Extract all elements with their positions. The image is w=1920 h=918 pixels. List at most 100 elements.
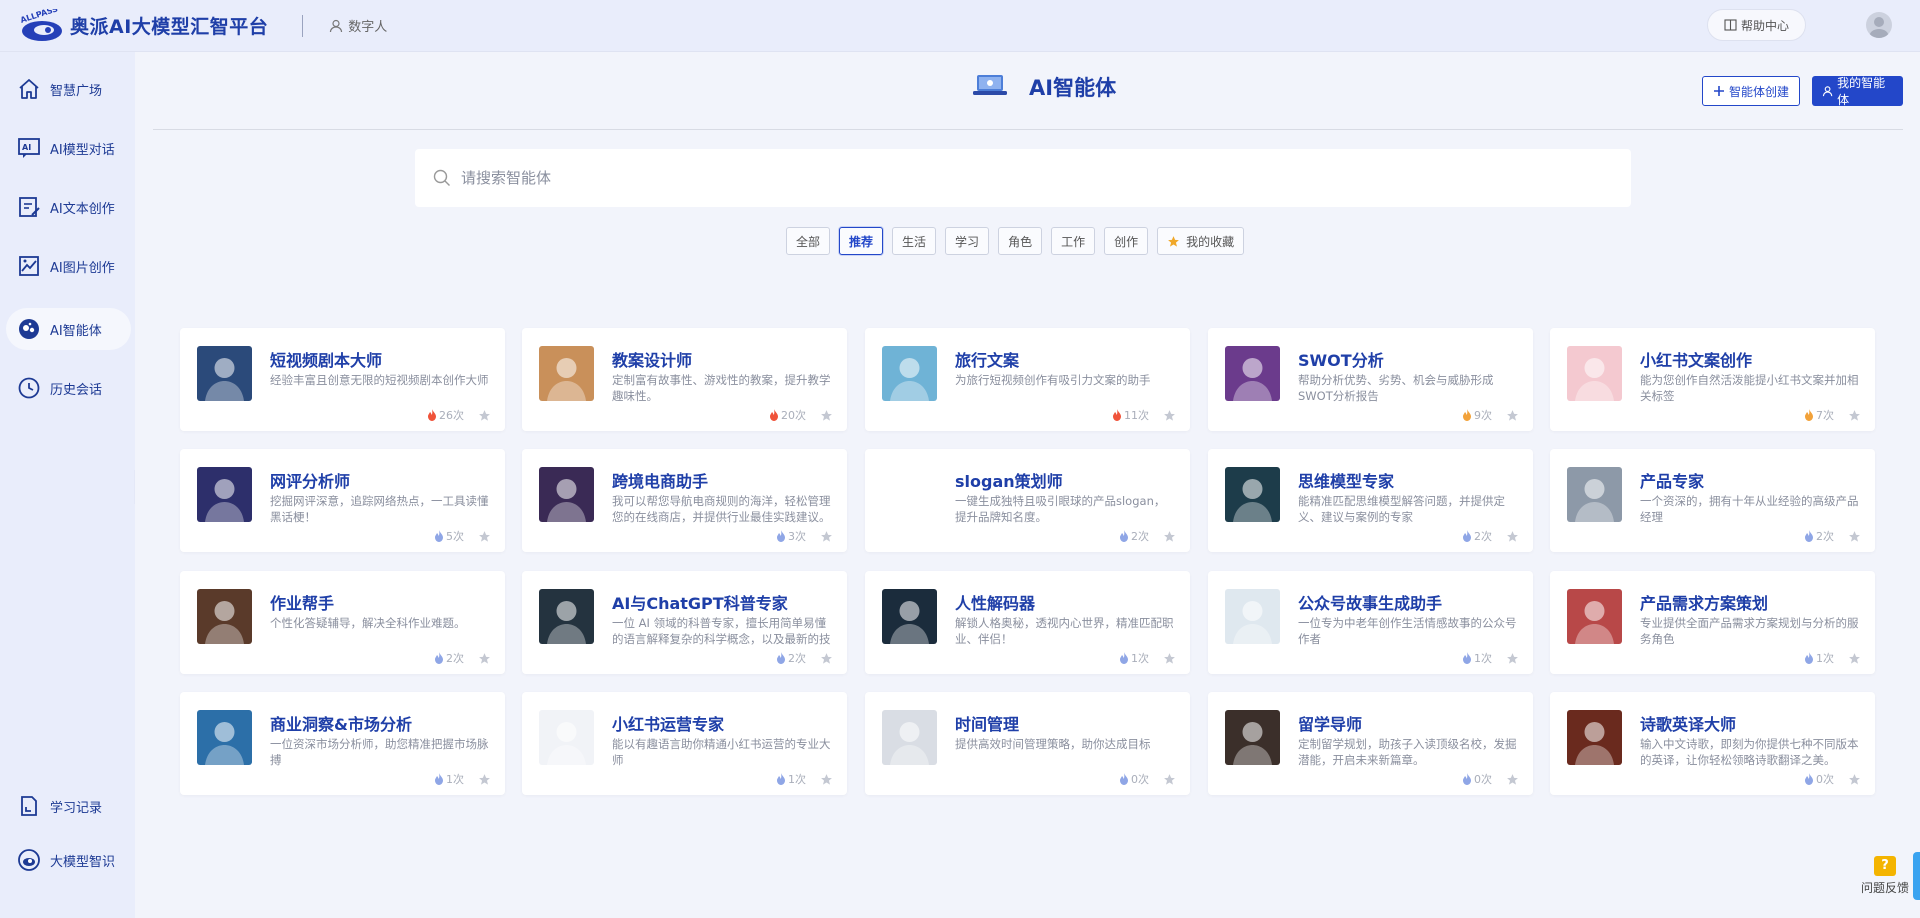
agent-description: 一个资深的，拥有十年从业经验的高级产品经理 — [1640, 494, 1859, 524]
filter-recommended[interactable]: 推荐 — [839, 227, 884, 255]
edit-icon — [16, 194, 42, 220]
agent-card[interactable]: 产品需求方案策划 专业提供全面产品需求方案规划与分析的服务角色 1次 — [1550, 571, 1875, 674]
agent-card[interactable]: 教案设计师 定制富有故事性、游戏性的教案，提升教学趣味性。 20次 — [522, 328, 847, 431]
sidebar-item-ai-image[interactable]: AI图片创作 — [6, 245, 131, 287]
favorite-star-icon[interactable] — [1848, 409, 1861, 422]
filter-role[interactable]: 角色 — [998, 227, 1043, 255]
feedback-button[interactable]: ? 问题反馈 — [1855, 856, 1915, 896]
favorite-star-icon[interactable] — [1163, 773, 1176, 786]
filter-favorites[interactable]: 我的收藏 — [1157, 227, 1245, 255]
agent-card[interactable]: 跨境电商助手 我可以帮您导航电商规则的海洋，轻松管理您的在线商店，并提供行业最佳实… — [522, 449, 847, 552]
agent-card[interactable]: AI与ChatGPT科普专家 一位 AI 领域的科普专家，擅长用简单易懂的语言解释… — [522, 571, 847, 674]
agent-card[interactable]: 作业帮手 个性化答疑辅导，解决全科作业难题。 2次 — [180, 571, 505, 674]
filter-work[interactable]: 工作 — [1051, 227, 1096, 255]
agent-card[interactable]: 留学导师 定制留学规划，助孩子入读顶级名校，发掘潜能，开启未来新篇章。 0次 — [1208, 692, 1533, 795]
agent-card[interactable]: 时间管理 提供高效时间管理策略，助你达成目标 0次 — [865, 692, 1190, 795]
agent-title: 短视频剧本大师 — [270, 351, 383, 370]
page-title: AI智能体 — [1029, 76, 1117, 100]
usage-count: 20次 — [781, 409, 806, 422]
usage-count: 5次 — [446, 530, 464, 543]
agent-description: 输入中文诗歌，即刻为你提供七种不同版本的英译，让你轻松领略诗歌翻译之美。 — [1640, 737, 1859, 767]
agent-description: 能精准匹配思维模型解答问题，并提供定义、建议与案例的专家 — [1298, 494, 1505, 524]
top-divider — [302, 14, 304, 37]
app-title: 奥派AI大模型汇智平台 — [70, 16, 269, 38]
usage-count: 3次 — [788, 530, 806, 543]
agent-description: 一位专为中老年创作生活情感故事的公众号作者 — [1298, 616, 1517, 646]
agent-description: 定制留学规划，助孩子入读顶级名校，发掘潜能，开启未来新篇章。 — [1298, 737, 1517, 767]
flame-icon — [435, 652, 443, 664]
sidebar-item-knowledge[interactable]: 大模型智识 — [6, 839, 131, 881]
filter-life[interactable]: 生活 — [892, 227, 937, 255]
agent-card[interactable]: 网评分析师 挖掘网评深意，追踪网络热点，一工具读懂黑话梗！ 5次 — [180, 449, 505, 552]
agent-card[interactable]: 思维模型专家 能精准匹配思维模型解答问题，并提供定义、建议与案例的专家 2次 — [1208, 449, 1533, 552]
favorite-star-icon[interactable] — [820, 409, 833, 422]
favorite-star-icon[interactable] — [1163, 409, 1176, 422]
usage-count: 11次 — [1124, 409, 1149, 422]
sidebar-item-learning-record[interactable]: 学习记录 — [6, 785, 131, 827]
favorite-star-icon[interactable] — [1848, 530, 1861, 543]
help-center-button[interactable]: 帮助中心 — [1706, 9, 1806, 41]
create-agent-button[interactable]: 智能体创建 — [1702, 76, 1801, 106]
agent-card[interactable]: 短视频剧本大师 经验丰富且创意无限的短视频剧本创作大师 26次 — [180, 328, 505, 431]
favorite-star-icon[interactable] — [1848, 652, 1861, 665]
app-logo[interactable]: ALLPASS 奥派AI大模型汇智平台 — [18, 4, 269, 43]
filter-label: 我的收藏 — [1186, 234, 1235, 249]
agent-avatar — [197, 467, 252, 522]
agent-card[interactable]: 小红书运营专家 能以有趣语言助你精通小红书运营的专业大师 1次 — [522, 692, 847, 795]
home-icon — [16, 76, 42, 102]
agent-avatar — [197, 710, 252, 765]
filter-all[interactable]: 全部 — [786, 227, 831, 255]
favorite-star-icon[interactable] — [478, 773, 491, 786]
record-icon — [16, 793, 42, 819]
usage-count: 1次 — [1816, 652, 1834, 665]
filter-study[interactable]: 学习 — [945, 227, 990, 255]
sidebar-item-ai-agent[interactable]: AI智能体 — [6, 308, 131, 350]
usage-count: 2次 — [1131, 530, 1149, 543]
flame-icon — [777, 773, 785, 785]
favorite-star-icon[interactable] — [820, 773, 833, 786]
main-content: AI智能体 智能体创建 我的智能体 全部 推荐 生活 学习 角色 工作 创作 我… — [135, 52, 1920, 918]
agent-card[interactable]: 公众号故事生成助手 一位专为中老年创作生活情感故事的公众号作者 1次 — [1208, 571, 1533, 674]
sidebar-item-ai-chat[interactable]: AI AI模型对话 — [6, 127, 131, 169]
agent-title: 诗歌英译大师 — [1640, 715, 1737, 734]
agent-card[interactable]: SWOT分析 帮助分析优势、劣势、机会与威胁形成SWOT分析报告 9次 — [1208, 328, 1533, 431]
favorite-star-icon[interactable] — [820, 530, 833, 543]
agent-card[interactable]: 商业洞察&市场分析 一位资深市场分析师，助您精准把握市场脉搏 1次 — [180, 692, 505, 795]
favorite-star-icon[interactable] — [1506, 652, 1519, 665]
favorite-star-icon[interactable] — [1506, 409, 1519, 422]
favorite-star-icon[interactable] — [1506, 530, 1519, 543]
favorite-star-icon[interactable] — [478, 652, 491, 665]
agent-avatar — [1567, 589, 1622, 644]
agent-card[interactable]: 人性解码器 解锁人格奥秘，透视内心世界，精准匹配职业、伴侣！ 1次 — [865, 571, 1190, 674]
agent-card[interactable]: slogan策划师 一键生成独特且吸引眼球的产品slogan，提升品牌知名度。 2次 — [865, 449, 1190, 552]
my-agents-button[interactable]: 我的智能体 — [1812, 76, 1903, 107]
sidebar-item-smart-square[interactable]: 智慧广场 — [6, 68, 131, 110]
favorite-star-icon[interactable] — [820, 652, 833, 665]
flame-icon — [777, 530, 785, 542]
agent-description: 个性化答疑辅导，解决全科作业难题。 — [270, 616, 466, 630]
favorite-star-icon[interactable] — [478, 530, 491, 543]
agent-description: 解锁人格奥秘，透视内心世界，精准匹配职业、伴侣！ — [955, 616, 1174, 646]
agent-title: 思维模型专家 — [1298, 472, 1395, 491]
sidebar-item-history[interactable]: 历史会话 — [6, 367, 131, 409]
agent-card[interactable]: 旅行文案 为旅行短视频创作有吸引力文案的助手 11次 — [865, 328, 1190, 431]
search-input[interactable] — [461, 169, 1561, 187]
side-drawer-handle[interactable] — [1913, 852, 1920, 900]
user-avatar[interactable] — [1866, 12, 1892, 38]
agent-avatar — [539, 346, 594, 401]
agent-card[interactable]: 产品专家 一个资深的，拥有十年从业经验的高级产品经理 2次 — [1550, 449, 1875, 552]
favorite-star-icon[interactable] — [1848, 773, 1861, 786]
favorite-star-icon[interactable] — [1163, 530, 1176, 543]
favorite-star-icon[interactable] — [1163, 652, 1176, 665]
agent-title: slogan策划师 — [955, 472, 1063, 491]
agent-title: 产品需求方案策划 — [1640, 594, 1769, 613]
agent-avatar — [197, 346, 252, 401]
agent-card[interactable]: 小红书文案创作 能为您创作自然活泼能提小红书文案并加相关标签 7次 — [1550, 328, 1875, 431]
filter-create[interactable]: 创作 — [1104, 227, 1149, 255]
favorite-star-icon[interactable] — [1506, 773, 1519, 786]
agent-card[interactable]: 诗歌英译大师输入中文诗歌，即刻为你提供七种不同版本的英译，让你轻松领略诗歌翻译之… — [1550, 692, 1875, 795]
digital-human-link[interactable]: 数字人 — [329, 16, 387, 35]
favorite-star-icon[interactable] — [478, 409, 491, 422]
sidebar-item-ai-text[interactable]: AI文本创作 — [6, 186, 131, 228]
agent-description: 为旅行短视频创作有吸引力文案的助手 — [955, 373, 1151, 387]
